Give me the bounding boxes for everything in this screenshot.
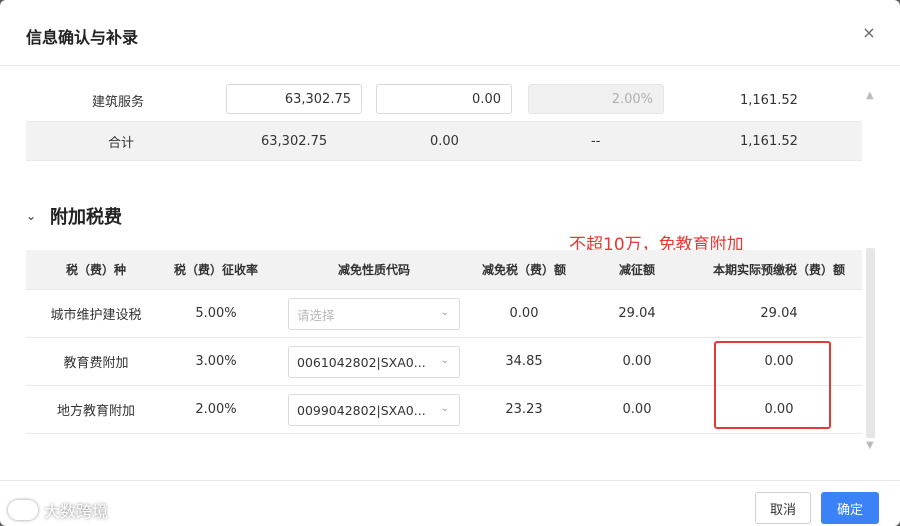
watermark-text: 大数跨境 [44,502,109,521]
col-tax-type: 税（费）种 [65,263,126,277]
col-actual: 本期实际预缴税（费）额 [712,263,845,277]
select-placeholder: 请选择 [297,307,335,323]
reduce-amount: 0.00 [509,306,539,321]
reduction-code-select[interactable]: 0061042802|SXA0... ⌄ [288,346,460,378]
select-value: 0099042802|SXA0... [297,402,426,418]
deduction-amount-input[interactable]: 0.00 [376,84,512,114]
watermark-logo-icon [8,500,38,520]
scroll-down-icon[interactable]: ▼ [866,440,874,451]
tax-type: 地方教育附加 [56,404,135,419]
total-sales: 63,302.75 [261,133,328,149]
table-header: 税（费）种 税（费）征收率 减免性质代码 减免税（费）额 减征额 本期实际预缴税… [26,250,862,290]
total-tax: 1,161.52 [740,133,798,149]
section-header[interactable]: ⌄ 附加税费 [26,203,122,229]
dialog-header: 信息确认与补录 × [0,0,900,66]
levy-amount: 0.00 [622,402,652,417]
reduction-code-select[interactable]: 请选择 ⌄ [288,298,460,330]
chevron-down-icon: ⌄ [440,403,449,414]
tax-type: 教育费附加 [63,356,129,371]
select-value: 0061042802|SXA0... [297,354,426,370]
col-reduce: 减免税（费）额 [481,263,566,277]
section-title: 附加税费 [50,207,122,228]
dialog-title: 信息确认与补录 [26,28,139,47]
table-row: 城市维护建设税 5.00% 请选择 ⌄ 0.00 29.04 29.04 [26,290,862,338]
scrollbar[interactable] [866,248,875,438]
sales-amount-input[interactable]: 63,302.75 [226,84,362,114]
total-label: 合计 [108,135,135,151]
tax-amount: 1,161.52 [740,92,798,108]
col-levy: 减征额 [618,263,655,277]
tax-rate: 3.00% [195,354,237,369]
service-name: 建筑服务 [92,94,145,110]
tax-rate: 2.00% [195,402,237,417]
tax-rate-input: 2.00% [528,84,664,114]
info-confirm-dialog: 信息确认与补录 × 建筑服务 63,302.75 0.00 2.00% 1,16… [0,0,900,526]
reduce-amount: 23.23 [505,402,543,417]
tax-rate: 5.00% [195,306,237,321]
cancel-button[interactable]: 取消 [755,492,811,524]
chevron-down-icon[interactable]: ⌄ [26,209,40,223]
service-row: 建筑服务 63,302.75 0.00 2.00% 1,161.52 [26,78,862,122]
col-rate: 税（费）征收率 [173,263,258,277]
scroll-up-icon[interactable]: ▲ [866,90,874,101]
chevron-down-icon: ⌄ [440,307,449,318]
watermark: 大数跨境 [8,498,108,522]
col-code: 减免性质代码 [337,263,410,277]
tax-type: 城市维护建设税 [50,308,142,323]
total-row: 合计 63,302.75 0.00 -- 1,161.52 [26,121,862,161]
highlight-box [714,341,831,429]
total-deduction: 0.00 [430,133,459,149]
total-rate: -- [591,133,601,149]
reduction-code-select[interactable]: 0099042802|SXA0... ⌄ [288,394,460,426]
confirm-button[interactable]: 确定 [821,492,879,524]
close-icon[interactable]: × [860,24,878,42]
chevron-down-icon: ⌄ [440,355,449,366]
reduce-amount: 34.85 [505,354,543,369]
levy-amount: 29.04 [618,306,656,321]
levy-amount: 0.00 [622,354,652,369]
actual-amount: 29.04 [760,306,798,321]
